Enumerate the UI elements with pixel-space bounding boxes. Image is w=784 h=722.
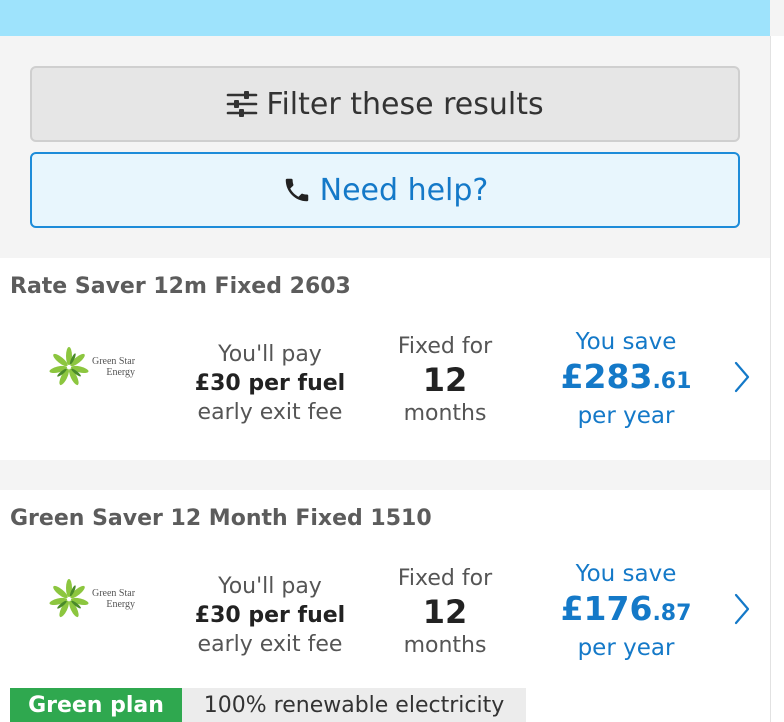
logo-text-line1: Green Star	[92, 588, 136, 599]
save-pence: .87	[652, 601, 692, 626]
logo-text-line1: Green Star	[92, 356, 136, 367]
fixed-label: Fixed for	[397, 566, 493, 591]
help-button-label: Need help?	[319, 172, 489, 208]
plan-name: Rate Saver 12m Fixed 2603	[10, 274, 351, 299]
fixed-label: Fixed for	[397, 334, 493, 359]
scrollbar-track[interactable]	[770, 36, 784, 722]
result-card[interactable]: Rate Saver 12m Fixed 2603 Green Star Ene…	[0, 258, 770, 460]
fixed-term-info: Fixed for 12 months	[385, 564, 505, 660]
exit-fee-amount: £30 per fuel	[194, 603, 346, 628]
exit-fee-info: You'll pay £30 per fuel early exit fee	[185, 340, 355, 427]
exit-fee-label: early exit fee	[197, 632, 343, 657]
save-amount: £176.87	[548, 589, 704, 634]
save-pence: .61	[652, 369, 692, 394]
exit-fee-amount: £30 per fuel	[194, 371, 346, 396]
phone-icon	[282, 175, 312, 205]
green-star-logo-icon	[49, 347, 89, 386]
save-label: You save	[575, 561, 677, 587]
fixed-months: 12	[422, 361, 468, 399]
logo-text-line2: Energy	[106, 367, 136, 378]
save-period: per year	[577, 635, 675, 661]
savings-info: You save £283.61 per year	[548, 328, 704, 431]
logo-text-line2: Energy	[106, 599, 136, 610]
save-pounds: £176	[560, 589, 653, 628]
green-star-logo-icon	[49, 579, 89, 618]
filter-button-label: Filter these results	[266, 86, 544, 122]
save-pounds: £283	[560, 357, 653, 396]
exit-fee-label: early exit fee	[197, 400, 343, 425]
plan-name: Green Saver 12 Month Fixed 1510	[10, 506, 432, 531]
save-amount: £283.61	[548, 357, 704, 402]
result-card[interactable]: Green Saver 12 Month Fixed 1510 Green St…	[0, 490, 770, 722]
need-help-button[interactable]: Need help?	[30, 152, 740, 228]
chevron-right-icon[interactable]	[733, 360, 751, 398]
exit-fee-info: You'll pay £30 per fuel early exit fee	[185, 572, 355, 659]
chevron-right-icon[interactable]	[733, 592, 751, 630]
fixed-term-info: Fixed for 12 months	[385, 332, 505, 428]
fixed-months: 12	[422, 593, 468, 631]
top-header-bar	[0, 0, 770, 36]
savings-info: You save £176.87 per year	[548, 560, 704, 663]
months-label: months	[403, 401, 487, 426]
pay-label: You'll pay	[218, 574, 322, 599]
months-label: months	[403, 633, 487, 658]
green-plan-badge: Green plan	[10, 688, 182, 722]
pay-label: You'll pay	[218, 342, 322, 367]
green-plan-description: 100% renewable electricity	[182, 688, 526, 722]
supplier-logo: Green Star Energy	[48, 578, 135, 620]
save-period: per year	[577, 403, 675, 429]
filter-results-button[interactable]: Filter these results	[30, 66, 740, 142]
save-label: You save	[575, 329, 677, 355]
supplier-logo: Green Star Energy	[48, 346, 135, 388]
sliders-icon	[226, 90, 258, 118]
